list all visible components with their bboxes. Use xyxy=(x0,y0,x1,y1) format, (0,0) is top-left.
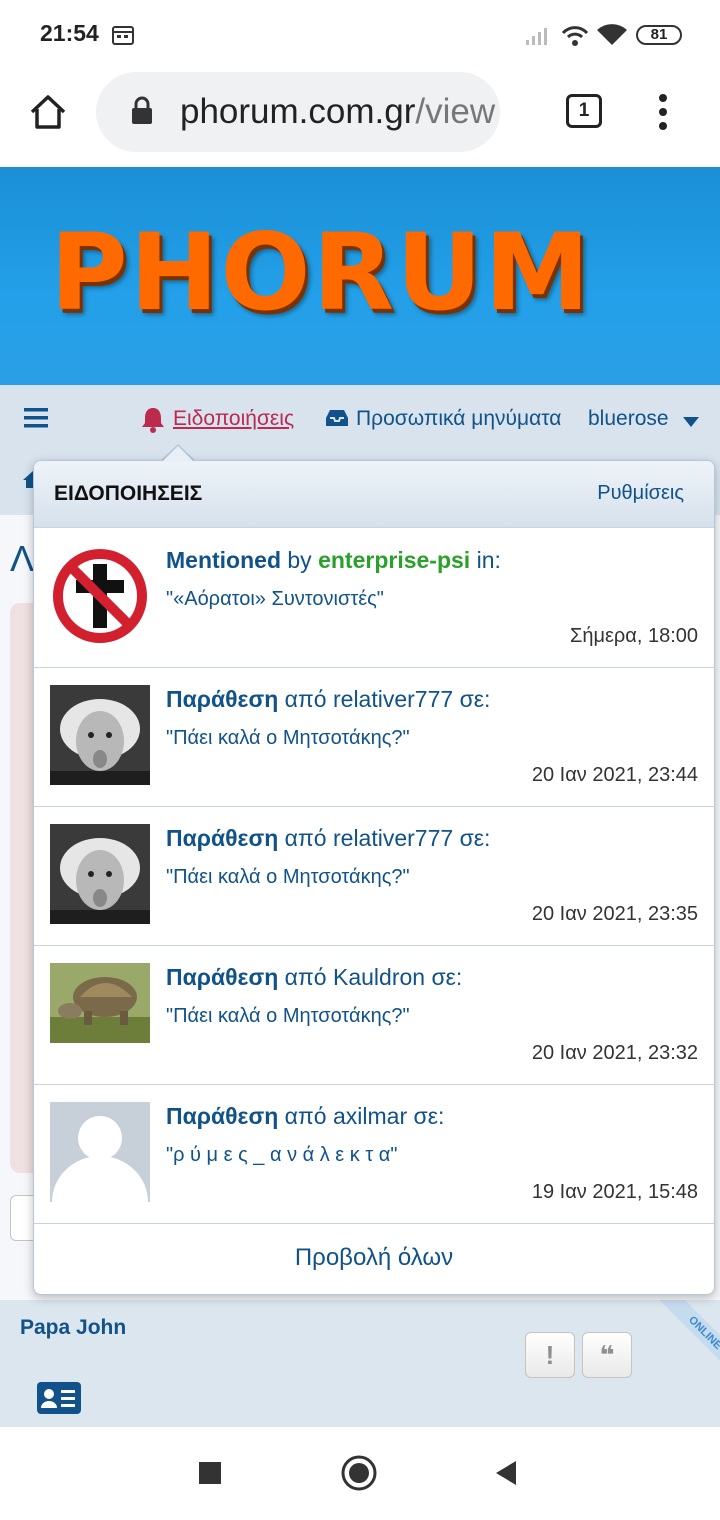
bell-icon xyxy=(142,408,164,433)
notification-item[interactable]: Παράθεση από Kauldron σε: "Πάει καλά ο Μ… xyxy=(34,946,714,1085)
online-ribbon: ONLINE xyxy=(632,1300,720,1390)
notification-user: Kauldron xyxy=(333,964,426,990)
notification-time: Σήμερα, 18:00 xyxy=(569,625,698,647)
tab-switcher-button[interactable]: 1 xyxy=(566,94,602,128)
user-menu-link[interactable]: bluerose xyxy=(588,407,669,431)
notification-item[interactable]: Παράθεση από axilmar σε: "ρ ύ μ ε ς _ α … xyxy=(34,1085,714,1224)
site-header-banner: PHORUM xyxy=(0,167,720,385)
back-icon[interactable] xyxy=(494,1460,518,1486)
contact-card-icon[interactable] xyxy=(36,1380,82,1416)
notifications-link[interactable]: Ειδοποιήσεις xyxy=(173,407,294,431)
hotspot-icon xyxy=(561,26,589,46)
battery-indicator: 81 xyxy=(636,25,682,45)
no-cross-icon xyxy=(50,546,150,646)
forum-navbar: Ειδοποιήσεις Προσωπικά μηνύματα bluerose xyxy=(0,385,720,453)
system-navigation-bar xyxy=(0,1426,720,1520)
view-all-notifications-link[interactable]: Προβολή όλων xyxy=(295,1244,453,1272)
home-icon[interactable] xyxy=(28,92,68,132)
notification-subject: "«Αόρατοι» Συντονιστές" xyxy=(166,588,384,610)
dropdown-title: ΕΙΔΟΠΟΙΗΣΕΙΣ xyxy=(54,482,203,505)
einstein-photo xyxy=(50,685,150,785)
inbox-icon xyxy=(326,410,348,426)
default-avatar xyxy=(50,1102,150,1202)
address-bar[interactable]: phorum.com.gr/view xyxy=(96,72,500,152)
notification-time: 20 Ιαν 2021, 23:32 xyxy=(531,1042,698,1064)
dropdown-footer: Προβολή όλων xyxy=(34,1225,714,1294)
url-text: phorum.com.gr/view xyxy=(180,92,496,131)
notification-time: 20 Ιαν 2021, 23:44 xyxy=(531,764,698,786)
caret-down-icon[interactable] xyxy=(682,416,700,428)
status-time: 21:54 xyxy=(40,20,99,46)
notification-subject: "Πάει καλά ο Μητσοτάκης?" xyxy=(166,866,410,888)
notification-item[interactable]: Mentioned by enterprise-psi in: "«Αόρατο… xyxy=(34,529,714,668)
quote-button[interactable]: ❝ xyxy=(582,1332,632,1378)
recents-icon[interactable] xyxy=(199,1462,221,1484)
post-author-name[interactable]: Papa John xyxy=(20,1316,126,1340)
lock-icon xyxy=(132,96,152,124)
notification-user: axilmar xyxy=(333,1103,408,1129)
notification-subject: "Πάει καλά ο Μητσοτάκης?" xyxy=(166,727,410,749)
notification-time: 20 Ιαν 2021, 23:35 xyxy=(531,903,698,925)
dropdown-pointer-fill xyxy=(162,446,194,462)
notification-time: 19 Ιαν 2021, 15:48 xyxy=(531,1181,698,1203)
notification-subject: "ρ ύ μ ε ς _ α ν ά λ ε κ τ α" xyxy=(166,1144,398,1166)
notification-item[interactable]: Παράθεση από relativer777 σε: "Πάει καλά… xyxy=(34,668,714,807)
status-bar: 21:54 81 xyxy=(0,0,720,70)
wifi-icon xyxy=(597,24,627,45)
more-menu-icon[interactable] xyxy=(650,92,676,132)
home-nav-icon[interactable] xyxy=(340,1454,378,1492)
topic-title-fragment: Λ xyxy=(10,538,35,579)
report-button[interactable]: ! xyxy=(525,1332,575,1378)
notification-user: relativer777 xyxy=(333,825,454,851)
notification-settings-link[interactable]: Ρυθμίσεις xyxy=(597,482,684,505)
notification-user: relativer777 xyxy=(333,686,454,712)
notification-user: enterprise-psi xyxy=(318,547,471,573)
notifications-dropdown: ΕΙΔΟΠΟΙΗΣΕΙΣ Ρυθμίσεις Mentioned by ente… xyxy=(33,460,715,1295)
browser-toolbar: phorum.com.gr/view 1 xyxy=(0,70,720,168)
private-messages-link[interactable]: Προσωπικά μηνύματα xyxy=(356,407,561,431)
dropdown-header: ΕΙΔΟΠΟΙΗΣΕΙΣ Ρυθμίσεις xyxy=(34,461,714,528)
notification-item[interactable]: Παράθεση από relativer777 σε: "Πάει καλά… xyxy=(34,807,714,946)
notification-subject: "Πάει καλά ο Μητσοτάκης?" xyxy=(166,1005,410,1027)
hamburger-menu-icon[interactable] xyxy=(24,407,48,429)
signal-icon xyxy=(526,28,547,45)
site-logo[interactable]: PHORUM xyxy=(50,211,592,334)
calendar-icon xyxy=(112,26,134,45)
post-author-bar: Papa John ! ❝ ONLINE xyxy=(0,1300,720,1426)
tortoise-photo xyxy=(50,963,150,1043)
einstein-photo xyxy=(50,824,150,924)
